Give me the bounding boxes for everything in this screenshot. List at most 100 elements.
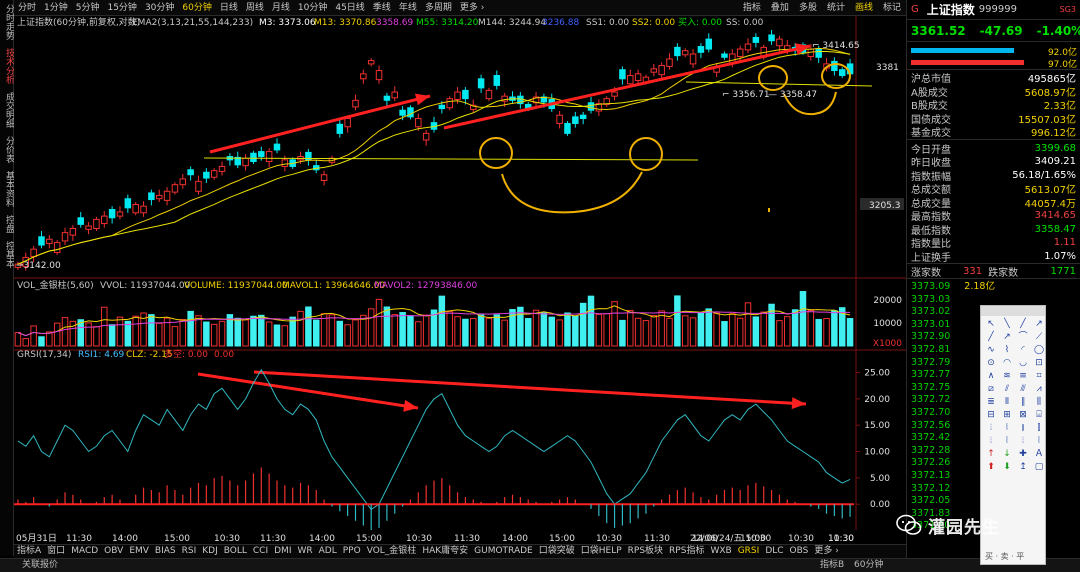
candlestick-chart[interactable]: 上证指数(60分钟,前复权,对数)EMA2(3,13,21,55,144,233… — [14, 16, 906, 530]
period-tab[interactable]: 周线 — [242, 0, 268, 16]
drawing-tool-icon[interactable]: ⌗ — [1032, 371, 1046, 382]
chart-tool-button[interactable]: 统计 — [822, 0, 850, 16]
indicator-tab[interactable]: RSI — [179, 545, 200, 558]
drawing-tool-icon[interactable]: ▢ — [1032, 462, 1046, 473]
drawing-tool-icon[interactable]: ⫾ — [1016, 423, 1030, 434]
drawing-tool-icon[interactable]: ⦙ — [984, 423, 998, 434]
drawing-tool-icon[interactable]: ⌒ — [1016, 332, 1030, 343]
indicator-tab[interactable]: DMI — [271, 545, 294, 558]
left-tab[interactable]: 基本资料 — [0, 167, 14, 211]
drawing-tool-icon[interactable]: ╱ — [984, 332, 998, 343]
indicator-tab[interactable]: HAK庸夸安 — [419, 545, 471, 558]
period-tab[interactable]: 10分钟 — [294, 0, 331, 16]
left-tab[interactable]: 分价表 — [0, 132, 14, 167]
drawing-tool-icon[interactable]: ⦚ — [1000, 423, 1014, 434]
chart-area[interactable]: 上证指数(60分钟,前复权,对数) EMA2(3,13,21,55,144,233… — [14, 16, 906, 530]
left-tab[interactable]: 分时走势 — [0, 0, 14, 44]
drawing-tool-icon[interactable]: ✚ — [1016, 449, 1030, 460]
drawing-tool-icon[interactable]: ⊡ — [1032, 358, 1046, 369]
drawing-tool-icon[interactable]: ╱ — [1016, 319, 1030, 330]
drawing-tool-icon[interactable]: ↓ — [1000, 449, 1014, 460]
indicator-tab[interactable]: 口袋突破 — [536, 545, 578, 558]
drawing-tool-icon[interactable]: ↑ — [984, 449, 998, 460]
status-related-quote[interactable]: 关联报价 — [22, 559, 58, 572]
period-tab[interactable]: 分时 — [14, 0, 40, 16]
drawing-tool-icon[interactable]: ∥ — [1016, 397, 1030, 408]
drawing-tool-icon[interactable]: ↥ — [1016, 462, 1030, 473]
period-tab[interactable]: 45日线 — [331, 0, 368, 16]
drawing-tool-icon[interactable]: ⦙ — [1016, 436, 1030, 447]
indicator-tab[interactable]: BIAS — [152, 545, 179, 558]
drawing-tool-icon[interactable]: ⌸ — [1032, 410, 1046, 421]
drawing-tool-icon[interactable]: ╲ — [1000, 319, 1014, 330]
indicator-tab[interactable]: KDJ — [199, 545, 221, 558]
indicator-tab[interactable]: GRSI — [735, 545, 763, 558]
period-tab[interactable]: 年线 — [395, 0, 421, 16]
indicator-tab[interactable]: EMV — [126, 545, 152, 558]
drawing-tool-icon[interactable]: Ａ — [1032, 449, 1046, 460]
drawing-tool-icon[interactable]: ⫽ — [1000, 384, 1014, 395]
indicator-tab[interactable]: VOL_金银柱 — [364, 545, 420, 558]
drawing-tool-icon[interactable]: ◜ — [1016, 345, 1030, 356]
chart-tool-button[interactable]: 指标 — [738, 0, 766, 16]
drawing-tool-icon[interactable]: ⩘ — [1032, 384, 1046, 395]
drawing-tool-icon[interactable]: ⊞ — [1000, 410, 1014, 421]
indicator-tab[interactable]: RPS板块 — [625, 545, 666, 558]
drawing-tool-icon[interactable]: ⊙ — [984, 358, 998, 369]
period-tab[interactable]: 多周期 — [421, 0, 456, 16]
indicator-tab[interactable]: WXB — [707, 545, 734, 558]
drawing-tool-icon[interactable]: ⊠ — [1016, 410, 1030, 421]
drawing-tool-icon[interactable]: ⦀ — [1000, 397, 1014, 408]
drawing-tool-icon[interactable]: ⦙ — [984, 436, 998, 447]
indicator-tab[interactable]: OBV — [101, 545, 126, 558]
indicator-tab[interactable]: 窗口 — [44, 545, 68, 558]
drawing-tool-icon[interactable]: ↖ — [984, 319, 998, 330]
period-tab[interactable]: 15分钟 — [103, 0, 140, 16]
indicator-tab[interactable]: PPO — [340, 545, 364, 558]
period-tab[interactable]: 更多 › — [456, 0, 488, 16]
indicator-tab[interactable]: 更多 › — [811, 545, 841, 558]
indicator-tab[interactable]: RPS指标 — [666, 545, 707, 558]
period-tab[interactable]: 月线 — [268, 0, 294, 16]
indicator-tab[interactable]: CCI — [250, 545, 271, 558]
drawing-tool-icon[interactable]: ↗ — [1000, 332, 1014, 343]
indicator-tab[interactable]: GUMOTRADE — [471, 545, 536, 558]
indicator-tab[interactable]: MACD — [68, 545, 101, 558]
period-tab[interactable]: 1分钟 — [40, 0, 72, 16]
period-tab[interactable]: 5分钟 — [72, 0, 104, 16]
left-tab[interactable]: 技术分析 — [0, 44, 14, 88]
status-item[interactable]: 60分钟 — [854, 559, 883, 572]
period-tab[interactable]: 60分钟 — [178, 0, 215, 16]
left-tab[interactable]: 控基本 — [0, 237, 14, 272]
status-item[interactable]: 指标B — [820, 559, 844, 572]
drawing-tool-icon[interactable]: ≋ — [1000, 371, 1014, 382]
period-tab[interactable]: 30分钟 — [141, 0, 178, 16]
drawing-tool-icon[interactable]: ⌇ — [1000, 345, 1014, 356]
chart-tool-button[interactable]: 叠加 — [766, 0, 794, 16]
period-tab[interactable]: 日线 — [216, 0, 242, 16]
drawing-tool-icon[interactable]: ◠ — [1000, 358, 1014, 369]
chart-tool-button[interactable]: 标记 — [878, 0, 906, 16]
drawing-tool-icon[interactable]: ↗ — [1032, 319, 1046, 330]
drawing-tool-icon[interactable]: ⬇ — [1000, 462, 1014, 473]
indicator-tab[interactable]: WR — [294, 545, 315, 558]
indicator-tab[interactable]: 口袋HELP — [578, 545, 625, 558]
drawing-toolbox-handle[interactable] — [981, 306, 1045, 316]
drawing-tool-icon[interactable]: ⫿ — [1032, 423, 1046, 434]
left-tab[interactable]: 成交明细 — [0, 88, 14, 132]
drawing-tool-icon[interactable]: ⧄ — [984, 384, 998, 395]
drawing-tool-icon[interactable]: ≣ — [984, 397, 998, 408]
chart-tool-button[interactable]: 画线 — [850, 0, 878, 16]
left-tab[interactable]: 控盘 — [0, 211, 14, 237]
drawing-tool-icon[interactable]: ⬆ — [984, 462, 998, 473]
indicator-tab[interactable]: DLC — [762, 545, 786, 558]
drawing-tool-icon[interactable]: ∧ — [984, 371, 998, 382]
drawing-tool-icon[interactable]: ≡ — [1016, 371, 1030, 382]
indicator-tab[interactable]: 指标A — [14, 545, 44, 558]
drawing-tool-icon[interactable]: ∿ — [984, 345, 998, 356]
indicator-tab[interactable]: ADL — [316, 545, 340, 558]
drawing-tool-icon[interactable]: ⫻ — [1016, 384, 1030, 395]
period-tab[interactable]: 季线 — [369, 0, 395, 16]
indicator-tab[interactable]: OBS — [787, 545, 812, 558]
drawing-tool-icon[interactable]: ⦚ — [1000, 436, 1014, 447]
